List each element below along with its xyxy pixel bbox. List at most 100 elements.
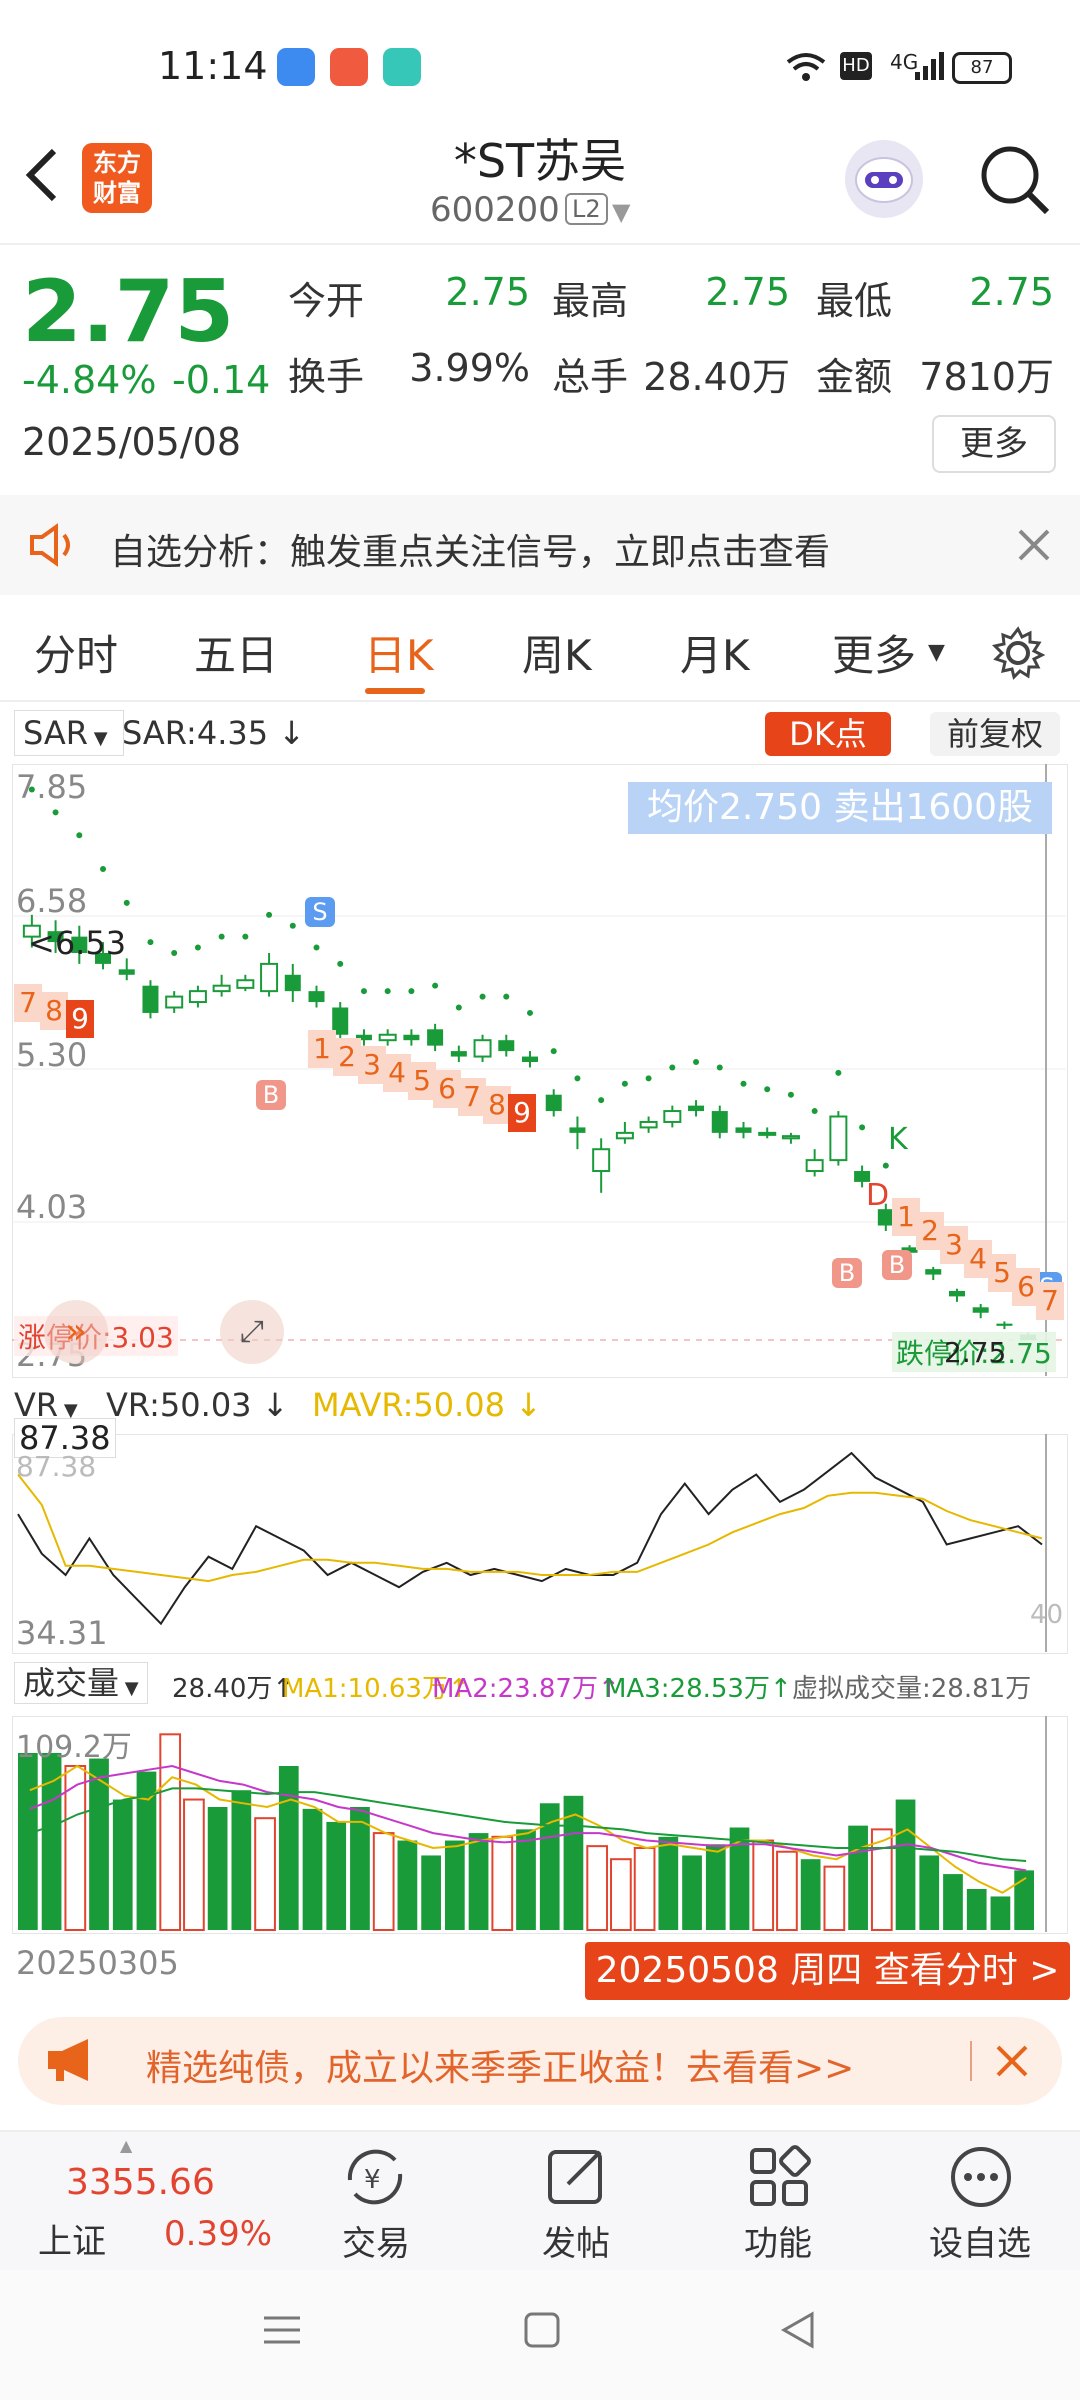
volume-bar[interactable] — [372, 1832, 395, 1931]
tab-daily-k[interactable]: 日K — [364, 622, 434, 683]
volume-bar[interactable] — [516, 1829, 536, 1930]
candle[interactable] — [805, 1149, 824, 1177]
post-edit-icon[interactable] — [542, 2142, 612, 2212]
candle[interactable] — [569, 1116, 586, 1150]
tab-weekly-k[interactable]: 周K — [522, 622, 592, 683]
caret-down-icon[interactable]: ▼ — [928, 640, 945, 665]
candle[interactable] — [450, 1045, 467, 1062]
close-icon[interactable] — [994, 2043, 1030, 2079]
index-name[interactable]: 上证 — [38, 2214, 106, 2263]
candle[interactable] — [972, 1304, 989, 1319]
candle[interactable] — [188, 985, 207, 1008]
candle[interactable] — [996, 1321, 1013, 1330]
buy-signal-badge[interactable]: B — [882, 1250, 912, 1280]
index-value[interactable]: 3355.66 — [66, 2162, 215, 2203]
trade-icon[interactable]: ¥ — [340, 2142, 410, 2212]
level-badge[interactable]: L2 — [565, 193, 608, 225]
vr-chart[interactable] — [12, 1434, 1066, 1652]
post-label[interactable]: 发帖 — [496, 2216, 656, 2265]
view-intraday-button[interactable]: 20250508 周四 查看分时 > — [585, 1942, 1070, 2000]
volume-bar[interactable] — [302, 1808, 323, 1930]
tab-monthly-k[interactable]: 月K — [680, 622, 750, 683]
candle[interactable] — [260, 952, 279, 997]
volume-chart[interactable] — [12, 1716, 1066, 1932]
home-icon[interactable] — [522, 2310, 562, 2350]
candle[interactable] — [829, 1111, 848, 1166]
volume-bar[interactable] — [682, 1855, 702, 1930]
features-label[interactable]: 功能 — [698, 2216, 858, 2265]
candle[interactable] — [522, 1051, 538, 1068]
buy-signal-badge[interactable]: B — [256, 1080, 286, 1110]
volume-bar[interactable] — [729, 1827, 750, 1931]
volume-bar[interactable] — [231, 1790, 252, 1930]
candle[interactable] — [711, 1105, 728, 1139]
volume-bar[interactable] — [254, 1817, 276, 1931]
volume-bar[interactable] — [444, 1840, 465, 1930]
volume-bar[interactable] — [468, 1833, 489, 1930]
volume-bar[interactable] — [658, 1836, 679, 1930]
candle[interactable] — [236, 974, 255, 992]
candle[interactable] — [473, 1034, 492, 1062]
volume-bar[interactable] — [870, 1828, 893, 1931]
volume-bar[interactable] — [326, 1821, 347, 1930]
candle[interactable] — [948, 1288, 965, 1302]
promo-banner[interactable]: 精选纯债，成立以来季季正收益！去看看>> — [18, 2017, 1062, 2105]
settings-gear-icon[interactable] — [990, 625, 1046, 681]
volume-bar[interactable] — [752, 1839, 775, 1931]
adjust-mode-button[interactable]: 前复权 — [930, 712, 1060, 756]
volume-bar[interactable] — [397, 1840, 418, 1930]
volume-selector[interactable]: 成交量 ▼ — [14, 1662, 148, 1704]
search-button[interactable] — [975, 140, 1055, 220]
tab-more[interactable]: 更多 — [832, 622, 916, 683]
menu-icon[interactable] — [262, 2310, 302, 2350]
tab-intraday[interactable]: 分时 — [34, 622, 118, 683]
volume-bar[interactable] — [278, 1766, 299, 1930]
candle[interactable] — [735, 1121, 752, 1139]
stock-code[interactable]: 600200 — [430, 190, 560, 230]
analysis-notice[interactable]: 自选分析：触发重点关注信号，立即点击查看 — [0, 495, 1080, 595]
volume-bar[interactable] — [919, 1855, 940, 1930]
close-icon[interactable] — [1016, 527, 1052, 563]
candle[interactable] — [688, 1100, 705, 1117]
candle[interactable] — [403, 1029, 420, 1046]
sell-signal-badge[interactable]: S — [305, 897, 335, 927]
candle[interactable] — [427, 1023, 444, 1052]
kline-chart[interactable] — [12, 764, 1066, 1376]
candle[interactable] — [308, 985, 325, 1008]
add-watchlist-icon[interactable] — [946, 2142, 1016, 2212]
tab-five-day[interactable]: 五日 — [194, 622, 278, 683]
volume-bar[interactable] — [895, 1799, 916, 1930]
volume-bar[interactable] — [848, 1825, 868, 1930]
scroll-left-icon[interactable]: » — [44, 1300, 108, 1364]
candle[interactable] — [165, 991, 184, 1013]
candle[interactable] — [592, 1138, 611, 1193]
more-quote-button[interactable]: 更多 — [932, 415, 1056, 473]
candle[interactable] — [663, 1105, 682, 1128]
volume-bar[interactable] — [586, 1845, 609, 1932]
back-triangle-icon[interactable] — [778, 2310, 818, 2350]
buy-signal-badge[interactable]: B — [832, 1258, 862, 1288]
expand-icon[interactable]: ⤢ — [220, 1300, 284, 1364]
volume-bar[interactable] — [183, 1798, 205, 1931]
volume-bar[interactable] — [943, 1874, 963, 1930]
volume-bar[interactable] — [990, 1896, 1011, 1930]
volume-bar[interactable] — [159, 1733, 182, 1932]
back-button[interactable] — [22, 145, 72, 211]
volume-bar[interactable] — [112, 1799, 133, 1930]
candle[interactable] — [212, 974, 231, 997]
volume-bar[interactable] — [966, 1889, 987, 1930]
volume-bar[interactable] — [18, 1752, 38, 1930]
volume-bar[interactable] — [421, 1855, 441, 1930]
volume-bar[interactable] — [705, 1844, 726, 1930]
volume-bar[interactable] — [800, 1859, 821, 1930]
trade-label[interactable]: 交易 — [296, 2216, 456, 2265]
watchlist-label[interactable]: 设自选 — [900, 2216, 1060, 2265]
candle[interactable] — [142, 980, 159, 1019]
volume-bar[interactable] — [610, 1858, 632, 1932]
candle[interactable] — [284, 963, 301, 1003]
volume-bar[interactable] — [350, 1807, 370, 1930]
candle[interactable] — [498, 1034, 515, 1057]
candle[interactable] — [615, 1121, 634, 1144]
index-change[interactable]: 0.39% — [164, 2214, 272, 2254]
volume-bar[interactable] — [823, 1865, 846, 1932]
